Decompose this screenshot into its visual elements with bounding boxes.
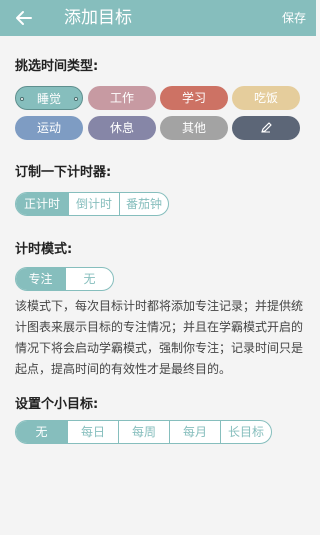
goal-option-monthly[interactable]: 每月 (169, 421, 220, 443)
goal-selector: 无 每日 每周 每月 长目标 (15, 420, 272, 444)
mode-description: 该模式下，每次目标计时都将添加专注记录；并提供统计图表来展示目标的专注情况；并且… (15, 299, 304, 376)
timer-option-countup[interactable]: 正计时 (16, 193, 68, 215)
goal-option-weekly[interactable]: 每周 (118, 421, 169, 443)
timer-option-pomodoro[interactable]: 番茄钟 (119, 193, 168, 215)
goal-heading: 设置个小目标: (15, 397, 99, 412)
tag-label: 睡觉 (36, 92, 61, 106)
pencil-icon (261, 122, 272, 133)
mode-selector: 专注 无 (15, 267, 114, 291)
tag-custom[interactable] (232, 116, 300, 140)
mode-option-none[interactable]: 无 (65, 268, 113, 290)
app-header: 添加目标 保存 (0, 0, 316, 36)
tag-label: 工作 (109, 91, 134, 105)
tag-label: 吃饭 (253, 91, 278, 105)
tag-other[interactable]: 其他 (160, 116, 228, 140)
selection-handle-left (20, 97, 24, 101)
mode-heading: 计时模式: (15, 242, 73, 257)
tag-label: 其他 (181, 121, 206, 135)
save-button[interactable]: 保存 (282, 10, 306, 26)
tag-eat[interactable]: 吃饭 (232, 86, 300, 110)
mode-option-focus[interactable]: 专注 (16, 268, 65, 290)
tag-study[interactable]: 学习 (160, 86, 228, 110)
tag-sleep[interactable]: 睡觉 (15, 86, 83, 110)
tag-work[interactable]: 工作 (88, 86, 156, 110)
timer-selector: 正计时 倒计时 番茄钟 (15, 192, 169, 216)
page-title: 添加目标 (64, 8, 132, 28)
tag-rest[interactable]: 休息 (88, 116, 156, 140)
goal-option-none[interactable]: 无 (16, 421, 67, 443)
goal-option-daily[interactable]: 每日 (67, 421, 118, 443)
tag-label: 休息 (109, 121, 134, 135)
back-arrow-icon[interactable] (14, 8, 34, 28)
goal-option-long-term[interactable]: 长目标 (220, 421, 271, 443)
tag-label: 运动 (36, 121, 61, 135)
timer-option-countdown[interactable]: 倒计时 (68, 193, 119, 215)
time-type-heading: 挑选时间类型: (15, 59, 99, 74)
timer-heading: 订制一下计时器: (15, 165, 112, 180)
tag-label: 学习 (181, 91, 206, 105)
tag-exercise[interactable]: 运动 (15, 116, 83, 140)
selection-handle-right (74, 97, 78, 101)
